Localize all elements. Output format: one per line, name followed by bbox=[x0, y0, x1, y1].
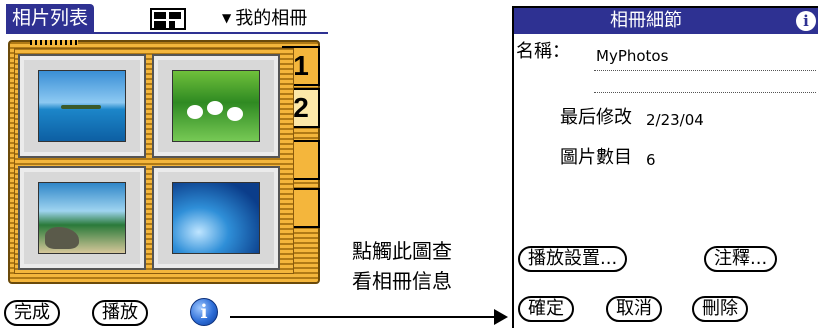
name-label: 名稱： bbox=[516, 41, 570, 62]
album-details-screen: 相冊細節 i 名稱： MyPhotos 最后修改 2/23/04 圖片數目 6 … bbox=[512, 0, 818, 328]
dialog-title-bar: 相冊細節 i bbox=[514, 8, 818, 34]
modified-label: 最后修改 bbox=[560, 107, 632, 128]
callout-arrow-head bbox=[494, 309, 508, 325]
annotation-line-2: 看相冊信息 bbox=[352, 269, 452, 293]
photo-list-screen: 相片列表 ▼ 我的相冊 1 2 完成 播放 i bbox=[0, 0, 330, 328]
annotation-text: 點觸此圖查 看相冊信息 bbox=[352, 236, 452, 296]
photo-thumbnail[interactable] bbox=[18, 54, 146, 158]
grid-view-icon[interactable] bbox=[150, 8, 186, 30]
help-info-icon[interactable]: i bbox=[796, 11, 816, 31]
name-field-underline-2 bbox=[594, 92, 816, 93]
photo-thumbnail[interactable] bbox=[152, 54, 280, 158]
cancel-button[interactable]: 取消 bbox=[606, 296, 662, 322]
album-select[interactable]: ▼ 我的相冊 bbox=[222, 6, 307, 31]
screen-title: 相片列表 bbox=[6, 4, 95, 32]
ok-button[interactable]: 確定 bbox=[518, 296, 574, 322]
wave-photo bbox=[172, 182, 260, 254]
notes-button[interactable]: 注釋... bbox=[704, 246, 778, 272]
dialog-title: 相冊細節 bbox=[610, 10, 682, 31]
bunny-photo bbox=[172, 70, 260, 142]
info-icon[interactable]: i bbox=[190, 298, 218, 326]
photo-count-value: 6 bbox=[646, 151, 656, 169]
play-settings-button[interactable]: 播放設置... bbox=[518, 246, 628, 272]
title-underline bbox=[6, 32, 328, 34]
dropdown-triangle-icon: ▼ bbox=[222, 11, 232, 25]
play-button[interactable]: 播放 bbox=[92, 300, 148, 326]
done-button[interactable]: 完成 bbox=[4, 300, 60, 326]
photo-thumbnail[interactable] bbox=[152, 166, 280, 270]
album-binding bbox=[30, 40, 78, 45]
photo-count-label: 圖片數目 bbox=[560, 147, 632, 168]
annotation-line-1: 點觸此圖查 bbox=[352, 239, 452, 263]
callout-arrow-line bbox=[230, 316, 495, 318]
name-field-underline bbox=[594, 70, 816, 71]
name-field[interactable]: MyPhotos bbox=[596, 44, 668, 68]
modified-value: 2/23/04 bbox=[646, 111, 704, 129]
beach-photo bbox=[38, 182, 126, 254]
delete-button[interactable]: 刪除 bbox=[692, 296, 748, 322]
album-select-value: 我的相冊 bbox=[235, 8, 308, 29]
photo-thumbnail[interactable] bbox=[18, 166, 146, 270]
sea-photo bbox=[38, 70, 126, 142]
